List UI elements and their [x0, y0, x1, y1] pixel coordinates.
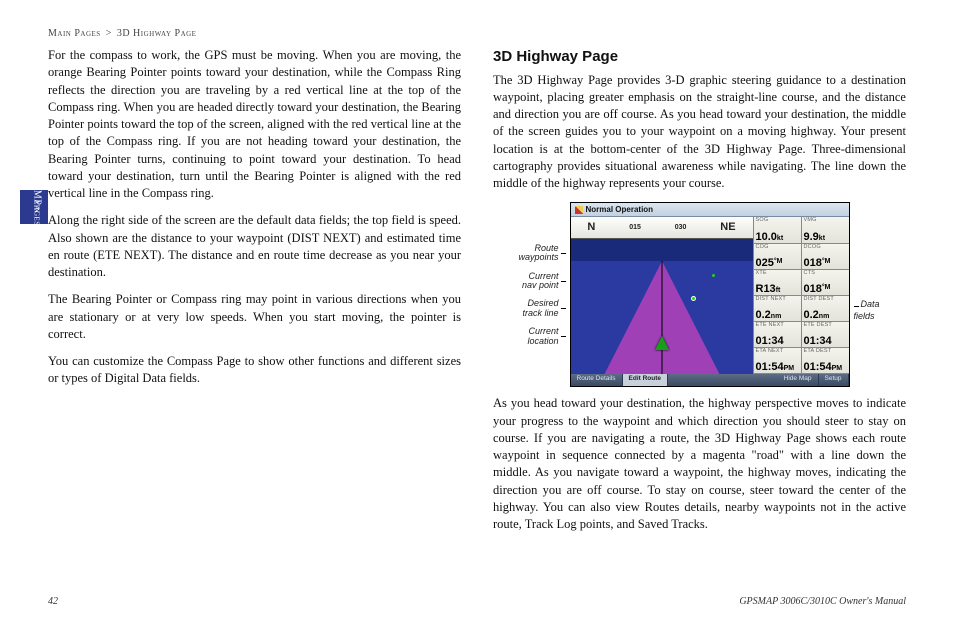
right-column: 3D Highway Page The 3D Highway Page prov…	[493, 47, 906, 543]
highway-pane: N 015 030 NE	[571, 217, 753, 374]
figure-title-text: Normal Operation	[586, 204, 654, 215]
field-ete-next: ETE NEXT01:34	[753, 322, 801, 348]
callout-data-fields: Data fields	[854, 298, 884, 323]
breadcrumb-sep: >	[106, 28, 112, 39]
side-tab-main-pages: Main Pages	[20, 190, 48, 224]
figure-footer-tabs: Route Details Edit Route Hide Map Setup	[571, 374, 849, 386]
callout-current-location: Current location	[516, 327, 566, 346]
field-dist-next: DIST NEXT0.2nm	[753, 296, 801, 322]
figure-block: Route waypoints Current nav point Desire…	[493, 202, 906, 387]
breadcrumb-section: Main Pages	[48, 28, 101, 39]
callout-desired-track-line: Desired track line	[516, 299, 566, 318]
side-tab-line2: Pages	[32, 190, 43, 236]
field-eta-next: ETA NEXT01:54PM	[753, 348, 801, 374]
data-fields-pane: SOG10.0kt VMG9.9kt COG025°M DCOG018°M XT…	[753, 217, 849, 374]
field-cts: CTS018°M	[801, 270, 849, 296]
field-cog: COG025°M	[753, 244, 801, 270]
page-title: 3D Highway Page	[493, 47, 906, 68]
compass-tick-015: 015	[629, 223, 641, 233]
field-ete-dest: ETE DEST01:34	[801, 322, 849, 348]
tab-route-details[interactable]: Route Details	[571, 374, 623, 386]
breadcrumb-page: 3D Highway Page	[117, 28, 197, 39]
compass-strip: N 015 030 NE	[571, 217, 753, 239]
field-xte: XTER13ft	[753, 270, 801, 296]
boat-icon	[655, 336, 669, 350]
figure-title-bar: Normal Operation	[571, 203, 849, 217]
breadcrumb: Main Pages > 3D Highway Page	[48, 28, 906, 39]
course-line	[661, 261, 662, 374]
manual-title: GPSMAP 3006C/3010C Owner's Manual	[739, 596, 906, 607]
left-p2: Along the right side of the screen are t…	[48, 212, 461, 281]
compass-tick-030: 030	[675, 223, 687, 233]
page-footer: 42 GPSMAP 3006C/3010C Owner's Manual	[48, 596, 906, 607]
field-eta-dest: ETA DEST01:54PM	[801, 348, 849, 374]
tab-setup[interactable]: Setup	[819, 374, 849, 386]
field-dcog: DCOG018°M	[801, 244, 849, 270]
left-p1: For the compass to work, the GPS must be…	[48, 47, 461, 202]
field-sog: SOG10.0kt	[753, 217, 801, 243]
right-p1: The 3D Highway Page provides 3-D graphic…	[493, 72, 906, 193]
compass-dir-n: N	[587, 220, 595, 235]
callout-current-nav-point: Current nav point	[516, 272, 566, 291]
page-number: 42	[48, 596, 58, 607]
tab-edit-route[interactable]: Edit Route	[623, 374, 669, 386]
current-nav-point-icon	[691, 296, 696, 301]
figure-callouts-left: Route waypoints Current nav point Desire…	[516, 244, 566, 347]
right-p2: As you head toward your destination, the…	[493, 395, 906, 533]
field-vmg: VMG9.9kt	[801, 217, 849, 243]
left-p3: The Bearing Pointer or Compass ring may …	[48, 291, 461, 343]
figure-callouts-right: Data fields	[854, 298, 884, 323]
flag-icon	[575, 206, 583, 214]
field-dist-dest: DIST DEST0.2nm	[801, 296, 849, 322]
figure-3d-highway: Normal Operation N 015 030 NE	[570, 202, 850, 387]
compass-dir-ne: NE	[720, 220, 735, 235]
left-p4: You can customize the Compass Page to sh…	[48, 353, 461, 388]
tab-hide-map[interactable]: Hide Map	[778, 374, 819, 386]
callout-route-waypoints: Route waypoints	[516, 244, 566, 263]
left-column: For the compass to work, the GPS must be…	[48, 47, 461, 543]
